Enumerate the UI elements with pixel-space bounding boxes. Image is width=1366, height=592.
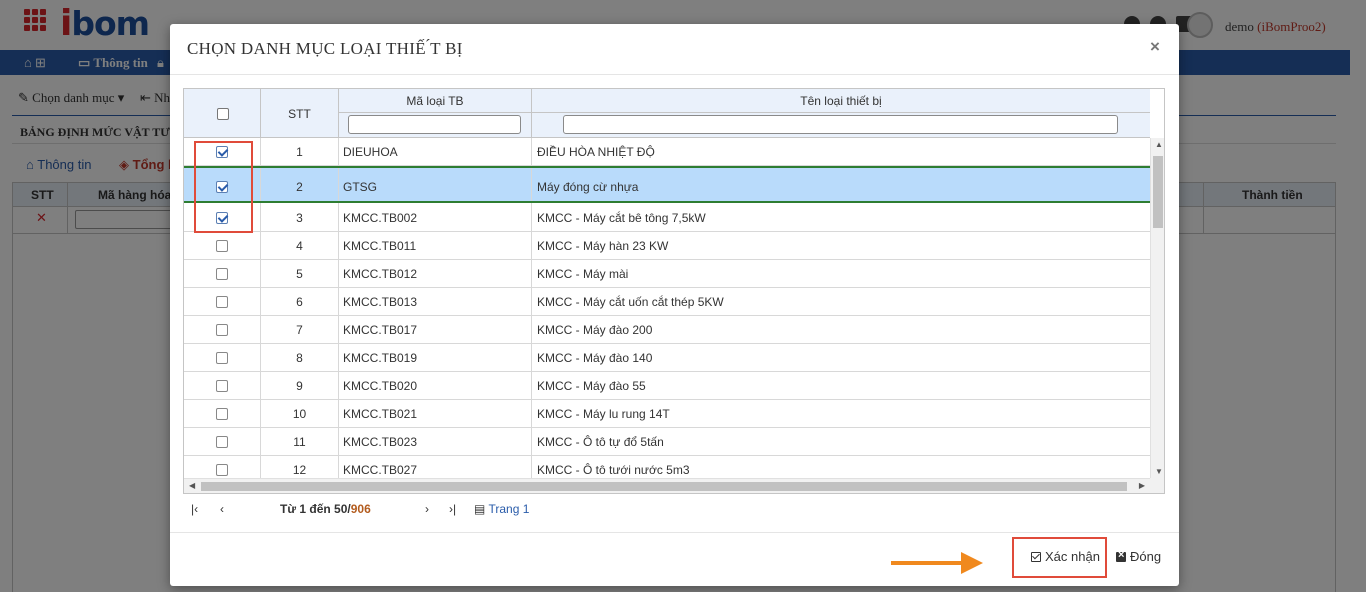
table-row[interactable]: 3 KMCC.TB002 KMCC - Máy cắt bê tông 7,5kW bbox=[184, 203, 1150, 232]
row-stt: 2 bbox=[296, 180, 303, 194]
row-code: DIEUHOA bbox=[343, 145, 398, 159]
row-name: ĐIỀU HÒA NHIỆT ĐỘ bbox=[537, 145, 655, 159]
table-row[interactable]: 1 DIEUHOA ĐIỀU HÒA NHIỆT ĐỘ bbox=[184, 138, 1150, 166]
row-name: KMCC - Máy đào 200 bbox=[537, 323, 653, 337]
row-stt: 11 bbox=[293, 435, 306, 449]
row-code: KMCC.TB020 bbox=[343, 379, 418, 393]
row-stt: 6 bbox=[296, 295, 303, 309]
row-stt: 4 bbox=[296, 239, 303, 253]
col-code-header[interactable]: Mã loại TB bbox=[339, 94, 531, 108]
row-code: GTSG bbox=[343, 180, 378, 194]
table-row[interactable]: 8 KMCC.TB019 KMCC - Máy đào 140 bbox=[184, 344, 1150, 372]
row-name: KMCC - Ô tô tưới nước 5m3 bbox=[537, 463, 690, 477]
row-checkbox[interactable] bbox=[216, 380, 228, 392]
close-square-icon bbox=[1116, 549, 1126, 562]
pager-info: Từ 1 đến 50/906 bbox=[280, 502, 371, 516]
equipment-type-grid: STT Mã loại TB Tên loại thiết bị 1 DIEUHO… bbox=[183, 88, 1165, 494]
col-stt-header[interactable]: STT bbox=[261, 107, 338, 121]
close-label: Đóng bbox=[1130, 549, 1162, 564]
row-name: KMCC - Ô tô tự đổ 5tấn bbox=[537, 435, 664, 449]
pager-total: 906 bbox=[350, 502, 371, 516]
last-page-icon[interactable]: ›| bbox=[449, 502, 456, 516]
prev-page-icon[interactable]: ‹ bbox=[220, 502, 224, 516]
row-checkbox[interactable] bbox=[216, 408, 228, 420]
scroll-down-icon[interactable]: ▼ bbox=[1155, 467, 1163, 476]
pages-icon: ▤ bbox=[474, 502, 486, 516]
pager-range: Từ 1 đến 50/ bbox=[280, 502, 351, 516]
vertical-scrollbar[interactable]: ▲ ▼ bbox=[1150, 138, 1164, 478]
row-code: KMCC.TB013 bbox=[343, 295, 418, 309]
table-row[interactable]: 12 KMCC.TB027 KMCC - Ô tô tưới nước 5m3 bbox=[184, 456, 1150, 478]
row-code: KMCC.TB023 bbox=[343, 435, 418, 449]
row-name: KMCC - Máy hàn 23 KW bbox=[537, 239, 669, 253]
row-stt: 7 bbox=[296, 323, 303, 337]
vertical-scroll-thumb[interactable] bbox=[1153, 156, 1163, 228]
table-row[interactable]: 10 KMCC.TB021 KMCC - Máy lu rung 14T bbox=[184, 400, 1150, 428]
next-page-icon[interactable]: › bbox=[425, 502, 429, 516]
row-code: KMCC.TB017 bbox=[343, 323, 418, 337]
select-all-checkbox[interactable] bbox=[217, 108, 229, 120]
table-row[interactable]: 11 KMCC.TB023 KMCC - Ô tô tự đổ 5tấn bbox=[184, 428, 1150, 456]
horizontal-scroll-thumb[interactable] bbox=[201, 482, 1127, 491]
table-row[interactable]: 5 KMCC.TB012 KMCC - Máy mài bbox=[184, 260, 1150, 288]
scroll-left-icon[interactable]: ◀ bbox=[189, 481, 195, 490]
scrollbar-corner bbox=[1150, 478, 1164, 493]
first-page-icon[interactable]: |‹ bbox=[191, 502, 198, 516]
table-row[interactable]: 9 KMCC.TB020 KMCC - Máy đào 55 bbox=[184, 372, 1150, 400]
row-code: KMCC.TB011 bbox=[343, 239, 417, 253]
name-filter-input[interactable] bbox=[563, 115, 1118, 134]
close-icon[interactable]: × bbox=[1150, 37, 1160, 57]
annotation-arrow-icon bbox=[891, 552, 983, 574]
row-checkbox[interactable] bbox=[216, 240, 228, 252]
row-stt: 12 bbox=[292, 463, 307, 477]
row-checkbox[interactable] bbox=[216, 296, 228, 308]
table-row[interactable]: 6 KMCC.TB013 KMCC - Máy cắt uốn cắt thép 5… bbox=[184, 288, 1150, 316]
row-checkbox[interactable] bbox=[216, 464, 228, 476]
annotation-checkbox-highlight bbox=[194, 141, 253, 233]
row-code: KMCC.TB021 bbox=[343, 407, 418, 421]
grid-header: STT Mã loại TB Tên loại thiết bị bbox=[184, 89, 1150, 138]
row-name: KMCC - Máy đào 55 bbox=[537, 379, 646, 393]
row-code: KMCC.TB002 bbox=[343, 211, 418, 225]
confirm-button[interactable]: Xác nhận bbox=[1031, 549, 1100, 564]
dialog-title: CHỌN DANH MỤC LOẠI THIẾ ́T BỊ bbox=[187, 39, 463, 58]
grid-body: 1 DIEUHOA ĐIỀU HÒA NHIỆT ĐỘ 2 GTSG Máy đóng c… bbox=[184, 138, 1150, 478]
row-checkbox[interactable] bbox=[216, 436, 228, 448]
page-label: Trang 1 bbox=[488, 502, 530, 516]
row-code: KMCC.TB027 bbox=[343, 463, 418, 477]
scroll-right-icon[interactable]: ▶ bbox=[1139, 481, 1145, 490]
scroll-up-icon[interactable]: ▲ bbox=[1155, 140, 1163, 149]
row-name: KMCC - Máy mài bbox=[537, 267, 629, 281]
row-checkbox[interactable] bbox=[216, 324, 228, 336]
row-name: KMCC - Máy đào 140 bbox=[537, 351, 653, 365]
table-row[interactable]: 2 GTSG Máy đóng cừ nhựa bbox=[184, 166, 1150, 203]
col-name-header[interactable]: Tên loại thiết bị bbox=[532, 94, 1150, 108]
row-checkbox[interactable] bbox=[216, 352, 228, 364]
row-stt: 1 bbox=[296, 145, 303, 159]
row-stt: 9 bbox=[296, 379, 303, 393]
row-stt: 3 bbox=[296, 211, 303, 225]
row-code: KMCC.TB012 bbox=[343, 267, 418, 281]
choose-equipment-type-dialog: CHỌN DANH MỤC LOẠI THIẾ ́T BỊ × STT Mã l… bbox=[170, 24, 1179, 586]
row-name: KMCC - Máy cắt uốn cắt thép 5KW bbox=[537, 295, 724, 309]
table-row[interactable]: 4 KMCC.TB011 KMCC - Máy hàn 23 KW bbox=[184, 232, 1150, 260]
horizontal-scrollbar[interactable]: ◀ ▶ bbox=[184, 478, 1150, 493]
row-checkbox[interactable] bbox=[216, 268, 228, 280]
row-name: Máy đóng cừ nhựa bbox=[537, 180, 639, 194]
row-stt: 8 bbox=[296, 351, 303, 365]
close-button[interactable]: Đóng bbox=[1116, 549, 1161, 564]
row-name: KMCC - Máy lu rung 14T bbox=[537, 407, 670, 421]
dialog-header-divider bbox=[170, 74, 1179, 75]
row-name: KMCC - Máy cắt bê tông 7,5kW bbox=[537, 211, 706, 225]
row-code: KMCC.TB019 bbox=[343, 351, 418, 365]
table-row[interactable]: 7 KMCC.TB017 KMCC - Máy đào 200 bbox=[184, 316, 1150, 344]
check-square-icon bbox=[1031, 552, 1041, 562]
page-indicator[interactable]: ▤ Trang 1 bbox=[474, 502, 529, 516]
dialog-footer-divider bbox=[170, 532, 1179, 533]
confirm-label: Xác nhận bbox=[1045, 549, 1100, 564]
row-stt: 5 bbox=[296, 267, 303, 281]
code-filter-input[interactable] bbox=[348, 115, 521, 134]
row-stt: 10 bbox=[292, 407, 307, 421]
